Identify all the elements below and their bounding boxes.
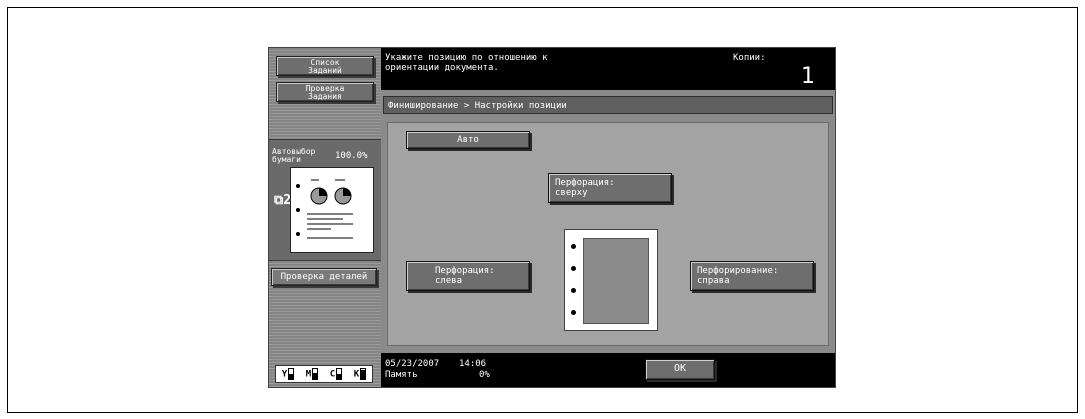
left-panel: Список Заданий Проверка Задания Автовыбо… <box>269 48 381 387</box>
paper-orientation-preview <box>564 229 658 331</box>
auto-button[interactable]: Авто <box>406 131 530 149</box>
copies-count: 1 <box>801 64 815 89</box>
position-settings-panel: Авто Перфорация: сверху Перфорация: слев… <box>387 122 829 346</box>
memory-value: 0% <box>479 370 490 380</box>
toner-c: C <box>330 368 343 380</box>
instruction-message: Укажите позицию по отношению к ориентаци… <box>385 53 548 73</box>
job-list-button[interactable]: Список Заданий <box>276 56 374 76</box>
memory-label: Память <box>385 370 418 380</box>
document-preview-thumbnail <box>290 167 374 253</box>
punch-right-button[interactable]: Перфорирование: справа <box>690 261 814 291</box>
punch-hole-icon <box>571 310 576 315</box>
status-time: 14:06 <box>459 359 487 369</box>
control-panel-screen: Список Заданий Проверка Задания Автовыбо… <box>268 47 836 388</box>
toner-k: K <box>354 368 367 380</box>
breadcrumb: Финиширование > Настройки позиции <box>383 96 833 114</box>
zoom-value: 100.0% <box>335 151 368 161</box>
punch-hole-icon <box>571 288 576 293</box>
message-bar: Укажите позицию по отношению к ориентаци… <box>381 48 835 90</box>
check-job-button[interactable]: Проверка Задания <box>276 82 374 102</box>
two-up-icon: ⧉2 <box>274 193 292 208</box>
copies-label: Копии: <box>733 53 766 63</box>
document-sheet <box>583 238 649 324</box>
preview-graphic <box>296 179 353 239</box>
punch-hole-icon <box>571 244 576 249</box>
toner-m: M <box>306 368 319 380</box>
paper-select-label: Автовыбор бумаги <box>272 147 316 164</box>
punch-hole-icon <box>571 266 576 271</box>
check-details-button[interactable]: Проверка деталей <box>271 268 377 286</box>
punch-top-button[interactable]: Перфорация: сверху <box>548 173 672 203</box>
ok-button[interactable]: OK <box>645 359 715 380</box>
toner-levels: Y M C K <box>275 365 373 383</box>
punch-left-button[interactable]: Перфорация: слева <box>406 261 530 291</box>
toner-y: Y <box>282 368 295 380</box>
status-bar: 05/23/2007 14:06 Память 0% <box>381 353 835 387</box>
status-date: 05/23/2007 <box>385 359 440 369</box>
